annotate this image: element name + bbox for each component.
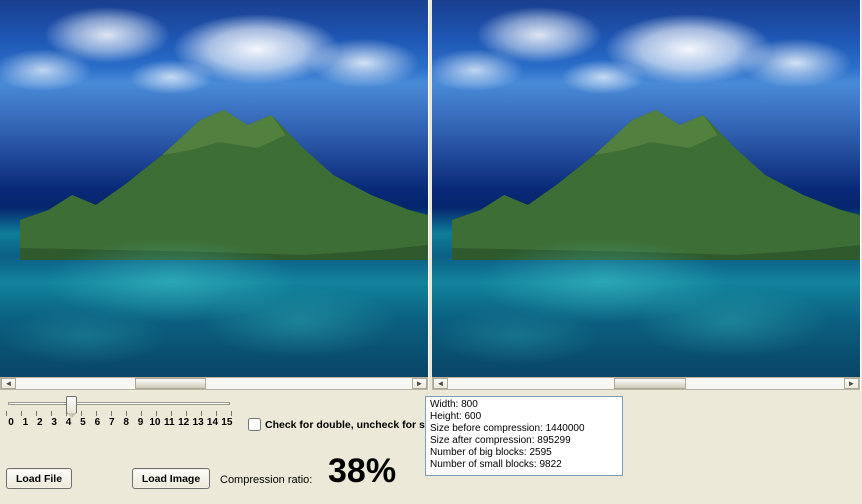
slider-thumb[interactable]	[66, 396, 77, 414]
scroll-track[interactable]	[16, 378, 412, 389]
scroll-thumb[interactable]	[135, 378, 206, 389]
original-image	[0, 0, 428, 377]
scroll-track[interactable]	[448, 378, 844, 389]
compression-ratio-label: Compression ratio:	[220, 474, 312, 486]
scroll-thumb[interactable]	[614, 378, 685, 389]
controls-panel: 0123456789101112131415 Check for double,…	[0, 390, 862, 504]
info-size-after: Size after compression: 895299	[430, 435, 618, 447]
compressed-image-pane: ◄ ►	[432, 0, 861, 390]
info-big-blocks: Number of big blocks: 2595	[430, 447, 618, 459]
scroll-right-icon[interactable]: ►	[412, 378, 427, 389]
slider-track[interactable]	[8, 402, 230, 405]
info-size-before: Size before compression: 1440000	[430, 423, 618, 435]
info-height: Height: 600	[430, 411, 618, 423]
double-mode-checkbox[interactable]	[248, 418, 261, 431]
original-image-pane: ◄ ►	[0, 0, 429, 390]
slider-tick-labels: 0123456789101112131415	[4, 417, 234, 428]
load-file-button[interactable]: Load File	[6, 468, 72, 489]
scroll-right-icon[interactable]: ►	[844, 378, 859, 389]
scroll-left-icon[interactable]: ◄	[433, 378, 448, 389]
info-width: Width: 800	[430, 399, 618, 411]
compressed-scrollbar[interactable]: ◄ ►	[432, 377, 860, 390]
info-textbox[interactable]: Width: 800 Height: 600 Size before compr…	[425, 396, 623, 476]
load-image-button[interactable]: Load Image	[132, 468, 210, 489]
images-row: ◄ ► ◄ ►	[0, 0, 862, 390]
slider-ticks	[6, 411, 232, 416]
checkbox-label: Check for double, uncheck for single	[265, 419, 449, 431]
compression-ratio-value: 38%	[328, 452, 396, 491]
original-scrollbar[interactable]: ◄ ►	[0, 377, 428, 390]
info-small-blocks: Number of small blocks: 9822	[430, 459, 618, 471]
compression-slider[interactable]: 0123456789101112131415	[4, 402, 234, 428]
compressed-image	[432, 0, 860, 377]
double-mode-checkbox-row[interactable]: Check for double, uncheck for single	[248, 418, 449, 431]
scroll-left-icon[interactable]: ◄	[1, 378, 16, 389]
